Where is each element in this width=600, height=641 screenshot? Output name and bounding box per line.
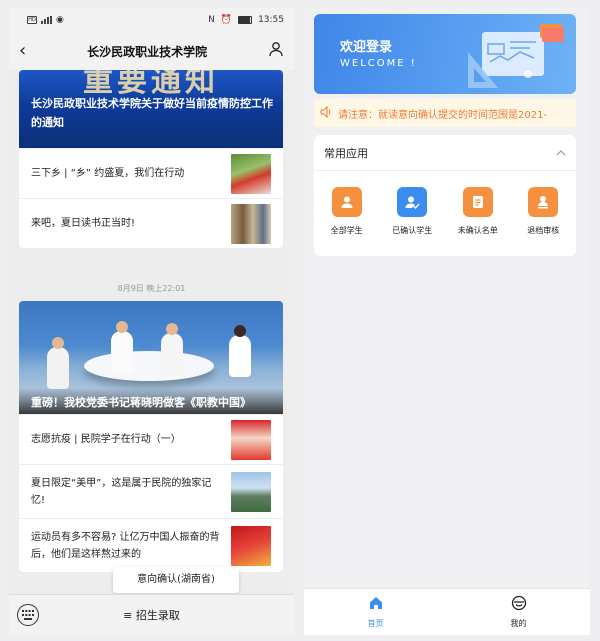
notice-text: 请注意：就读意向确认提交的时间范围是2021- — [338, 109, 548, 121]
thumbnail-image — [231, 525, 271, 566]
app-unconfirmed-list[interactable]: 未确认名单 — [448, 187, 508, 236]
person-head — [166, 323, 178, 335]
person-figure — [111, 331, 133, 373]
list-item-title: 来吧，夏日读书正当时! — [31, 218, 136, 229]
list-item[interactable]: 志愿抗疫 | 民院学子在行动（一） — [19, 414, 283, 464]
nfc-icon: N — [208, 15, 215, 25]
person-figure — [161, 333, 183, 375]
bottom-tab-bar: 首页 我的 — [304, 588, 590, 635]
apps-section-header[interactable]: 常用应用 — [314, 135, 576, 171]
list-item[interactable]: 来吧，夏日读书正当时! — [19, 198, 283, 248]
speaker-icon — [320, 105, 332, 121]
status-time: 13:55 — [258, 15, 284, 25]
list-item-title: 三下乡 | “乡” 约盛夏，我们在行动 — [31, 168, 185, 179]
status-bar: HD ◉ N ⏰ 13:55 — [9, 8, 294, 32]
welcome-subtitle: WELCOME ! — [340, 58, 417, 69]
sim-icon: HD — [27, 16, 37, 24]
app-confirmed-students[interactable]: 已确认学生 — [382, 187, 442, 236]
apps-grid: 全部学生 已确认学生 未确认名单 退档审核 — [314, 171, 576, 236]
article-feed[interactable]: 重要通知 长沙民政职业技术学院关于做好当前疫情防控工作的通知 三下乡 | “乡”… — [9, 70, 294, 594]
notice-bar[interactable]: 请注意：就读意向确认提交的时间范围是2021- — [314, 99, 576, 127]
studio-table-image — [84, 351, 214, 381]
app-label: 退档审核 — [527, 226, 560, 235]
list-item-title: 夏日限定“美甲”，这是属于民院的独家记忆! — [31, 477, 212, 506]
page-title: 长沙民政职业技术学院 — [87, 44, 208, 59]
banner-caption: 长沙民政职业技术学院关于做好当前疫情防控工作的通知 — [31, 97, 273, 129]
welcome-banner: 欢迎登录 WELCOME ! — [314, 14, 576, 94]
title-bar: ‹ 长沙民政职业技术学院 — [9, 32, 294, 70]
person-figure — [229, 335, 251, 377]
app-label: 未确认名单 — [457, 226, 498, 235]
timestamp: 8月9日 晚上22:01 — [117, 284, 186, 293]
blueprint-illustration-icon — [468, 24, 564, 88]
article-card: 重磅！我校党委书记蒋晓明做客《职教中国》 志愿抗疫 | 民院学子在行动（一） 夏… — [19, 301, 283, 572]
thumbnail-image — [231, 153, 271, 194]
wifi-icon: ◉ — [56, 15, 64, 25]
app-all-students[interactable]: 全部学生 — [317, 187, 377, 236]
signal-icon — [41, 16, 52, 24]
tab-label: 我的 — [510, 619, 527, 628]
person-head — [52, 337, 64, 349]
submenu-popup-item[interactable]: 意向确认(湖南省) — [113, 567, 239, 593]
confirmed-user-icon — [397, 187, 428, 217]
chevron-up-icon[interactable] — [556, 146, 566, 159]
list-item-title: 志愿抗疫 | 民院学子在行动（一） — [31, 434, 181, 445]
person-figure — [47, 347, 69, 389]
admission-app-screen: 欢迎登录 WELCOME ! 请注意：就读意向确认提交的时间范围是2021- 常… — [304, 8, 590, 635]
review-user-icon — [528, 187, 559, 217]
menu-admission-button[interactable]: ≡ 招生录取 — [39, 607, 294, 623]
tab-home[interactable]: 首页 — [304, 589, 447, 635]
list-item[interactable]: 夏日限定“美甲”，这是属于民院的独家记忆! — [19, 464, 283, 518]
banner-caption: 重磅！我校党委书记蒋晓明做客《职教中国》 — [19, 388, 283, 414]
home-icon — [368, 595, 384, 615]
thumbnail-image — [231, 419, 271, 460]
article-banner[interactable]: 重磅！我校党委书记蒋晓明做客《职教中国》 — [19, 301, 283, 414]
smile-user-icon — [511, 595, 527, 615]
profile-icon[interactable] — [268, 41, 284, 61]
app-label: 已确认学生 — [392, 226, 433, 235]
list-item-title: 运动员有多不容易? 让亿万中国人振奋的背后，他们是这样熬过来的 — [31, 531, 220, 560]
battery-icon — [238, 16, 253, 24]
signal-indicators: HD ◉ — [27, 15, 64, 25]
bottom-menu-bar: ≡ 招生录取 — [9, 594, 294, 635]
article-card: 重要通知 长沙民政职业技术学院关于做好当前疫情防控工作的通知 三下乡 | “乡”… — [19, 70, 283, 248]
article-banner[interactable]: 重要通知 长沙民政职业技术学院关于做好当前疫情防控工作的通知 — [19, 70, 283, 148]
wechat-article-screen: HD ◉ N ⏰ 13:55 ‹ 长沙民政职业技术学院 重要通知 长沙民政职业技… — [9, 8, 294, 635]
app-withdrawal-review[interactable]: 退档审核 — [513, 187, 573, 236]
section-title: 常用应用 — [324, 146, 368, 160]
keyboard-icon[interactable] — [17, 604, 39, 626]
common-apps-panel: 常用应用 全部学生 已确认学生 未确认名单 退档审核 — [314, 135, 576, 256]
list-item[interactable]: 三下乡 | “乡” 约盛夏，我们在行动 — [19, 148, 283, 198]
student-icon — [331, 187, 362, 217]
list-item[interactable]: 运动员有多不容易? 让亿万中国人振奋的背后，他们是这样熬过来的 — [19, 518, 283, 572]
back-icon[interactable]: ‹ — [19, 42, 26, 60]
person-head — [116, 321, 128, 333]
list-icon — [462, 187, 493, 217]
thumbnail-image — [231, 203, 271, 244]
alarm-icon: ⏰ — [220, 15, 233, 25]
thumbnail-image — [231, 471, 271, 512]
tab-label: 首页 — [367, 619, 384, 628]
person-head — [234, 325, 246, 337]
welcome-title: 欢迎登录 — [340, 40, 393, 55]
tab-mine[interactable]: 我的 — [447, 589, 590, 635]
app-label: 全部学生 — [330, 226, 363, 235]
